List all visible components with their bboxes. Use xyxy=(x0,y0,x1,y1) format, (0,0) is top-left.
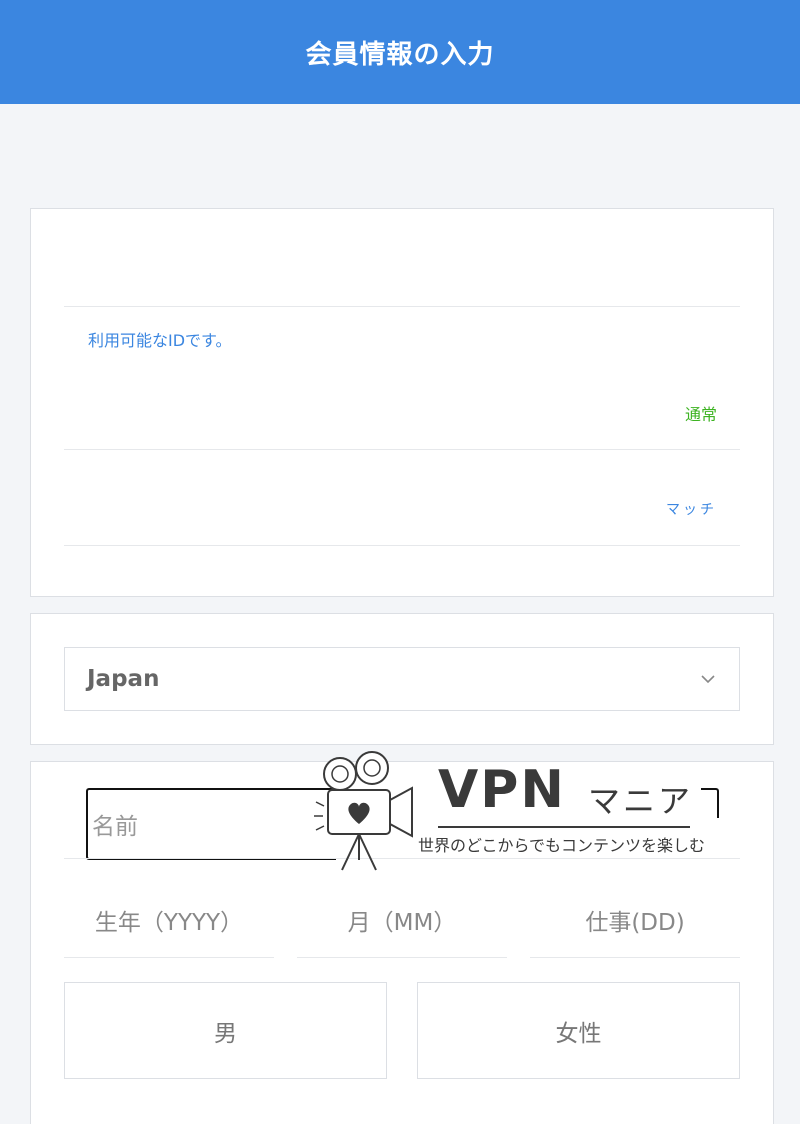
divider xyxy=(64,306,740,307)
birth-day-input[interactable]: 仕事(DD) xyxy=(530,882,740,958)
page-header: 会員情報の入力 xyxy=(0,0,800,104)
birth-month-placeholder: 月（MM） xyxy=(347,909,457,936)
gender-male-label: 男 xyxy=(214,1020,237,1047)
watermark-underline xyxy=(438,826,690,828)
watermark-logo-sub: マニア xyxy=(588,782,694,820)
birth-year-placeholder: 生年（YYYY） xyxy=(94,909,244,936)
id-input[interactable] xyxy=(64,209,740,306)
gender-female-button[interactable]: 女性 xyxy=(417,982,740,1079)
country-selected-value: Japan xyxy=(87,666,160,692)
gender-female-label: 女性 xyxy=(555,1020,602,1047)
password-match-label: マッチ xyxy=(666,502,717,518)
watermark-tagline: 世界のどこからでもコンテンツを楽しむ xyxy=(418,836,706,855)
birth-day-placeholder: 仕事(DD) xyxy=(585,909,685,936)
password-input[interactable] xyxy=(64,359,740,447)
country-card: Japan xyxy=(30,613,774,745)
birth-year-input[interactable]: 生年（YYYY） xyxy=(64,882,274,958)
name-input[interactable]: 名前 xyxy=(86,788,336,860)
name-placeholder: 名前 xyxy=(92,814,138,840)
password-confirm-input[interactable] xyxy=(64,450,740,545)
country-select[interactable]: Japan xyxy=(64,647,740,711)
birth-month-input[interactable]: 月（MM） xyxy=(297,882,507,958)
page-title: 会員情報の入力 xyxy=(305,39,495,70)
movie-camera-icon xyxy=(314,751,413,871)
chevron-down-icon xyxy=(701,675,715,684)
watermark-logo: VPN xyxy=(438,760,566,820)
account-card: 利用可能なIDです。 通常 マッチ xyxy=(30,208,774,597)
divider xyxy=(64,545,740,546)
id-status-text: 利用可能なIDです。 xyxy=(88,331,232,350)
password-strength-label: 通常 xyxy=(684,405,717,424)
watermark: VPN マニア 世界のどこからでもコンテンツを楽しむ xyxy=(310,742,750,872)
gender-male-button[interactable]: 男 xyxy=(64,982,387,1079)
